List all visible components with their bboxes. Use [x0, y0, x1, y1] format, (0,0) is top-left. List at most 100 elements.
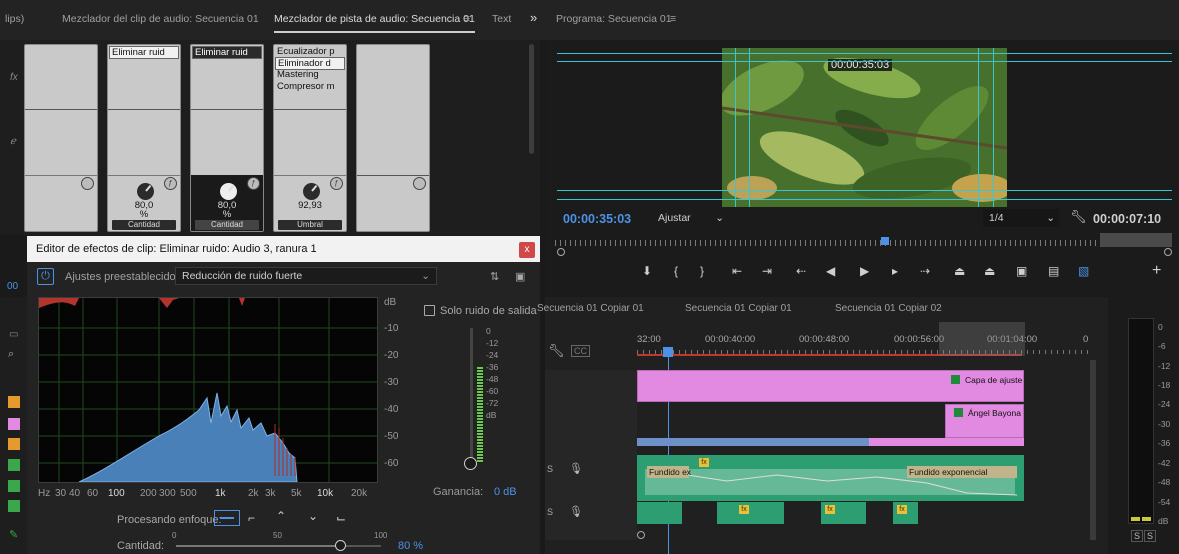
amount-value[interactable]: 80 % [398, 540, 423, 552]
focus-notch-button[interactable]: ⌄ [308, 509, 318, 523]
audio-clip-main[interactable]: fx Fundido ex Fundido exponencial [637, 455, 1024, 501]
label-color-pink[interactable] [8, 418, 20, 430]
parameter-knob[interactable] [220, 183, 237, 200]
amount-slider-track[interactable] [176, 540, 381, 551]
wrench-icon[interactable]: 🔧︎ [1070, 209, 1087, 225]
folder-icon[interactable]: ▭ [9, 329, 18, 340]
focus-broadband-button[interactable] [214, 510, 240, 526]
resolution-dropdown[interactable]: 1/4 ⌄ [983, 209, 1059, 227]
timeline-tab-3[interactable]: Secuencia 01 Copiar 02 [835, 303, 942, 314]
add-button[interactable]: + [1152, 262, 1161, 280]
camera-icon[interactable]: ▣ [1016, 264, 1027, 278]
parameter-select[interactable]: Cantidad [112, 220, 176, 230]
effect-slot-4[interactable]: Compresor m [275, 81, 345, 92]
comparison-icon[interactable]: ▤ [1048, 264, 1059, 278]
effect-slot-3[interactable]: Mastering [275, 69, 345, 80]
timeline-tab-2[interactable]: Secuencia 01 Copiar 01 [685, 303, 792, 314]
mark-out-icon[interactable]: } [700, 264, 704, 278]
step-forward-icon[interactable]: ▸ [892, 264, 898, 278]
track-solo-button[interactable]: S [547, 464, 553, 474]
parameter-knob[interactable] [137, 183, 154, 200]
timeline-zoom-handle[interactable] [637, 531, 645, 539]
add-marker-icon[interactable]: ⬇ [642, 264, 652, 278]
program-playhead[interactable] [881, 237, 889, 245]
microphone-icon[interactable]: 🎙︎ [569, 462, 583, 475]
go-to-in-icon[interactable]: ⇤ [732, 264, 742, 278]
previous-edit-icon[interactable]: ⇠ [796, 264, 806, 278]
send-icon[interactable] [413, 177, 426, 190]
noise-spectrum-graph[interactable] [38, 297, 378, 483]
microphone-icon[interactable]: 🎙︎ [569, 505, 583, 518]
search-icon[interactable]: ⌕ [8, 348, 14, 361]
parameter-select[interactable]: Umbral [278, 220, 342, 230]
go-to-out-icon[interactable]: ⇥ [762, 264, 772, 278]
mixer-scrollbar[interactable] [529, 44, 534, 154]
audio-clip[interactable]: fx [821, 502, 866, 524]
solo-right-button[interactable]: S [1144, 530, 1157, 542]
mark-in-icon[interactable]: { [674, 264, 678, 278]
lift-icon[interactable]: ⏏ [954, 264, 965, 278]
vr-icon[interactable]: ▧ [1078, 264, 1089, 278]
label-color-green[interactable] [8, 459, 20, 471]
zoom-right-handle[interactable] [1164, 248, 1172, 256]
wrench-icon[interactable]: 🔧︎ [548, 343, 565, 359]
label-color-orange[interactable] [8, 438, 20, 450]
timeline-vertical-scrollbar[interactable] [1090, 360, 1096, 540]
parameter-knob[interactable] [303, 183, 320, 200]
label-color-green[interactable] [8, 480, 20, 492]
play-icon[interactable]: ▶ [860, 264, 869, 278]
track-solo-button[interactable]: S [547, 507, 553, 517]
effect-bypass-icon[interactable]: ƒ [247, 177, 260, 190]
focus-low-button[interactable]: ⌐ [248, 511, 255, 525]
audio-clip[interactable]: fx [893, 502, 918, 524]
work-area-bar[interactable] [1100, 233, 1172, 247]
overflow-icon[interactable]: » [530, 10, 537, 25]
title-clip[interactable]: Ángel Bayona [945, 404, 1024, 438]
tab-audio-clip-mixer[interactable]: Mezclador del clip de audio: Secuencia 0… [62, 13, 259, 25]
effect-bypass-icon[interactable]: ƒ [330, 177, 343, 190]
effect-slot-1[interactable]: Ecualizador p [275, 46, 345, 57]
audio-clip[interactable]: fx [717, 502, 784, 524]
program-time-ruler[interactable] [555, 233, 1172, 255]
program-menu-icon[interactable]: ≡ [670, 13, 676, 25]
parameter-select[interactable]: Cantidad [195, 220, 259, 230]
panel-menu-icon[interactable]: ≡ [464, 13, 470, 25]
pencil-icon[interactable]: ✎ [9, 528, 18, 541]
label-color-orange[interactable] [8, 396, 20, 408]
audio-clip[interactable] [637, 502, 682, 524]
tab-program-monitor[interactable]: Programa: Secuencia 01 [556, 13, 672, 25]
step-back-icon[interactable]: ◀ [826, 264, 835, 278]
captions-icon[interactable]: CC [571, 345, 590, 357]
fit-dropdown[interactable]: Ajustar ⌄ [652, 209, 728, 227]
effect-bypass-icon[interactable]: ƒ [164, 177, 177, 190]
tab-text[interactable]: Text [492, 13, 511, 25]
video-clips-strip[interactable] [637, 438, 1024, 446]
focus-high-button[interactable]: ⌙ [336, 511, 346, 525]
tab-audio-track-mixer[interactable]: Mezclador de pista de audio: Secuencia 0… [274, 13, 475, 33]
timeline-ruler[interactable]: 32:00 00:00:40:00 00:00:48:00 00:00:56:0… [637, 322, 1092, 360]
preset-save-icon[interactable]: ⇅ [490, 270, 499, 283]
zoom-left-handle[interactable] [557, 248, 565, 256]
close-button[interactable]: x [519, 242, 535, 258]
fade-in-transition[interactable]: Fundido ex [647, 466, 691, 478]
power-icon[interactable]: ⏻ [37, 268, 54, 285]
fade-out-transition[interactable]: Fundido exponencial [907, 466, 1017, 478]
solo-left-button[interactable]: S [1131, 530, 1144, 542]
playhead-timecode[interactable]: 00:00:35:03 [563, 212, 631, 226]
effect-slot-1[interactable]: Eliminar ruid [192, 46, 262, 59]
timeline-tab-1[interactable]: Secuencia 01 Copiar 01 [537, 303, 644, 314]
extract-icon[interactable]: ⏏ [984, 264, 995, 278]
send-icon[interactable] [81, 177, 94, 190]
focus-mid-button[interactable]: ⌃ [276, 509, 286, 523]
solo-noise-checkbox[interactable] [424, 305, 435, 316]
preset-delete-icon[interactable]: ▣ [515, 270, 525, 283]
preset-dropdown[interactable]: Reducción de ruido fuerte ⌄ [175, 267, 437, 285]
gain-fader-handle[interactable] [464, 457, 477, 470]
tab-clips[interactable]: lips) [5, 13, 24, 25]
amount-slider-handle[interactable] [335, 540, 346, 551]
gain-value[interactable]: 0 dB [494, 486, 517, 498]
label-color-green[interactable] [8, 500, 20, 512]
effect-slot-1[interactable]: Eliminar ruid [109, 46, 179, 59]
next-edit-icon[interactable]: ⇢ [920, 264, 930, 278]
adjustment-layer-clip[interactable]: Capa de ajuste [637, 370, 1024, 402]
